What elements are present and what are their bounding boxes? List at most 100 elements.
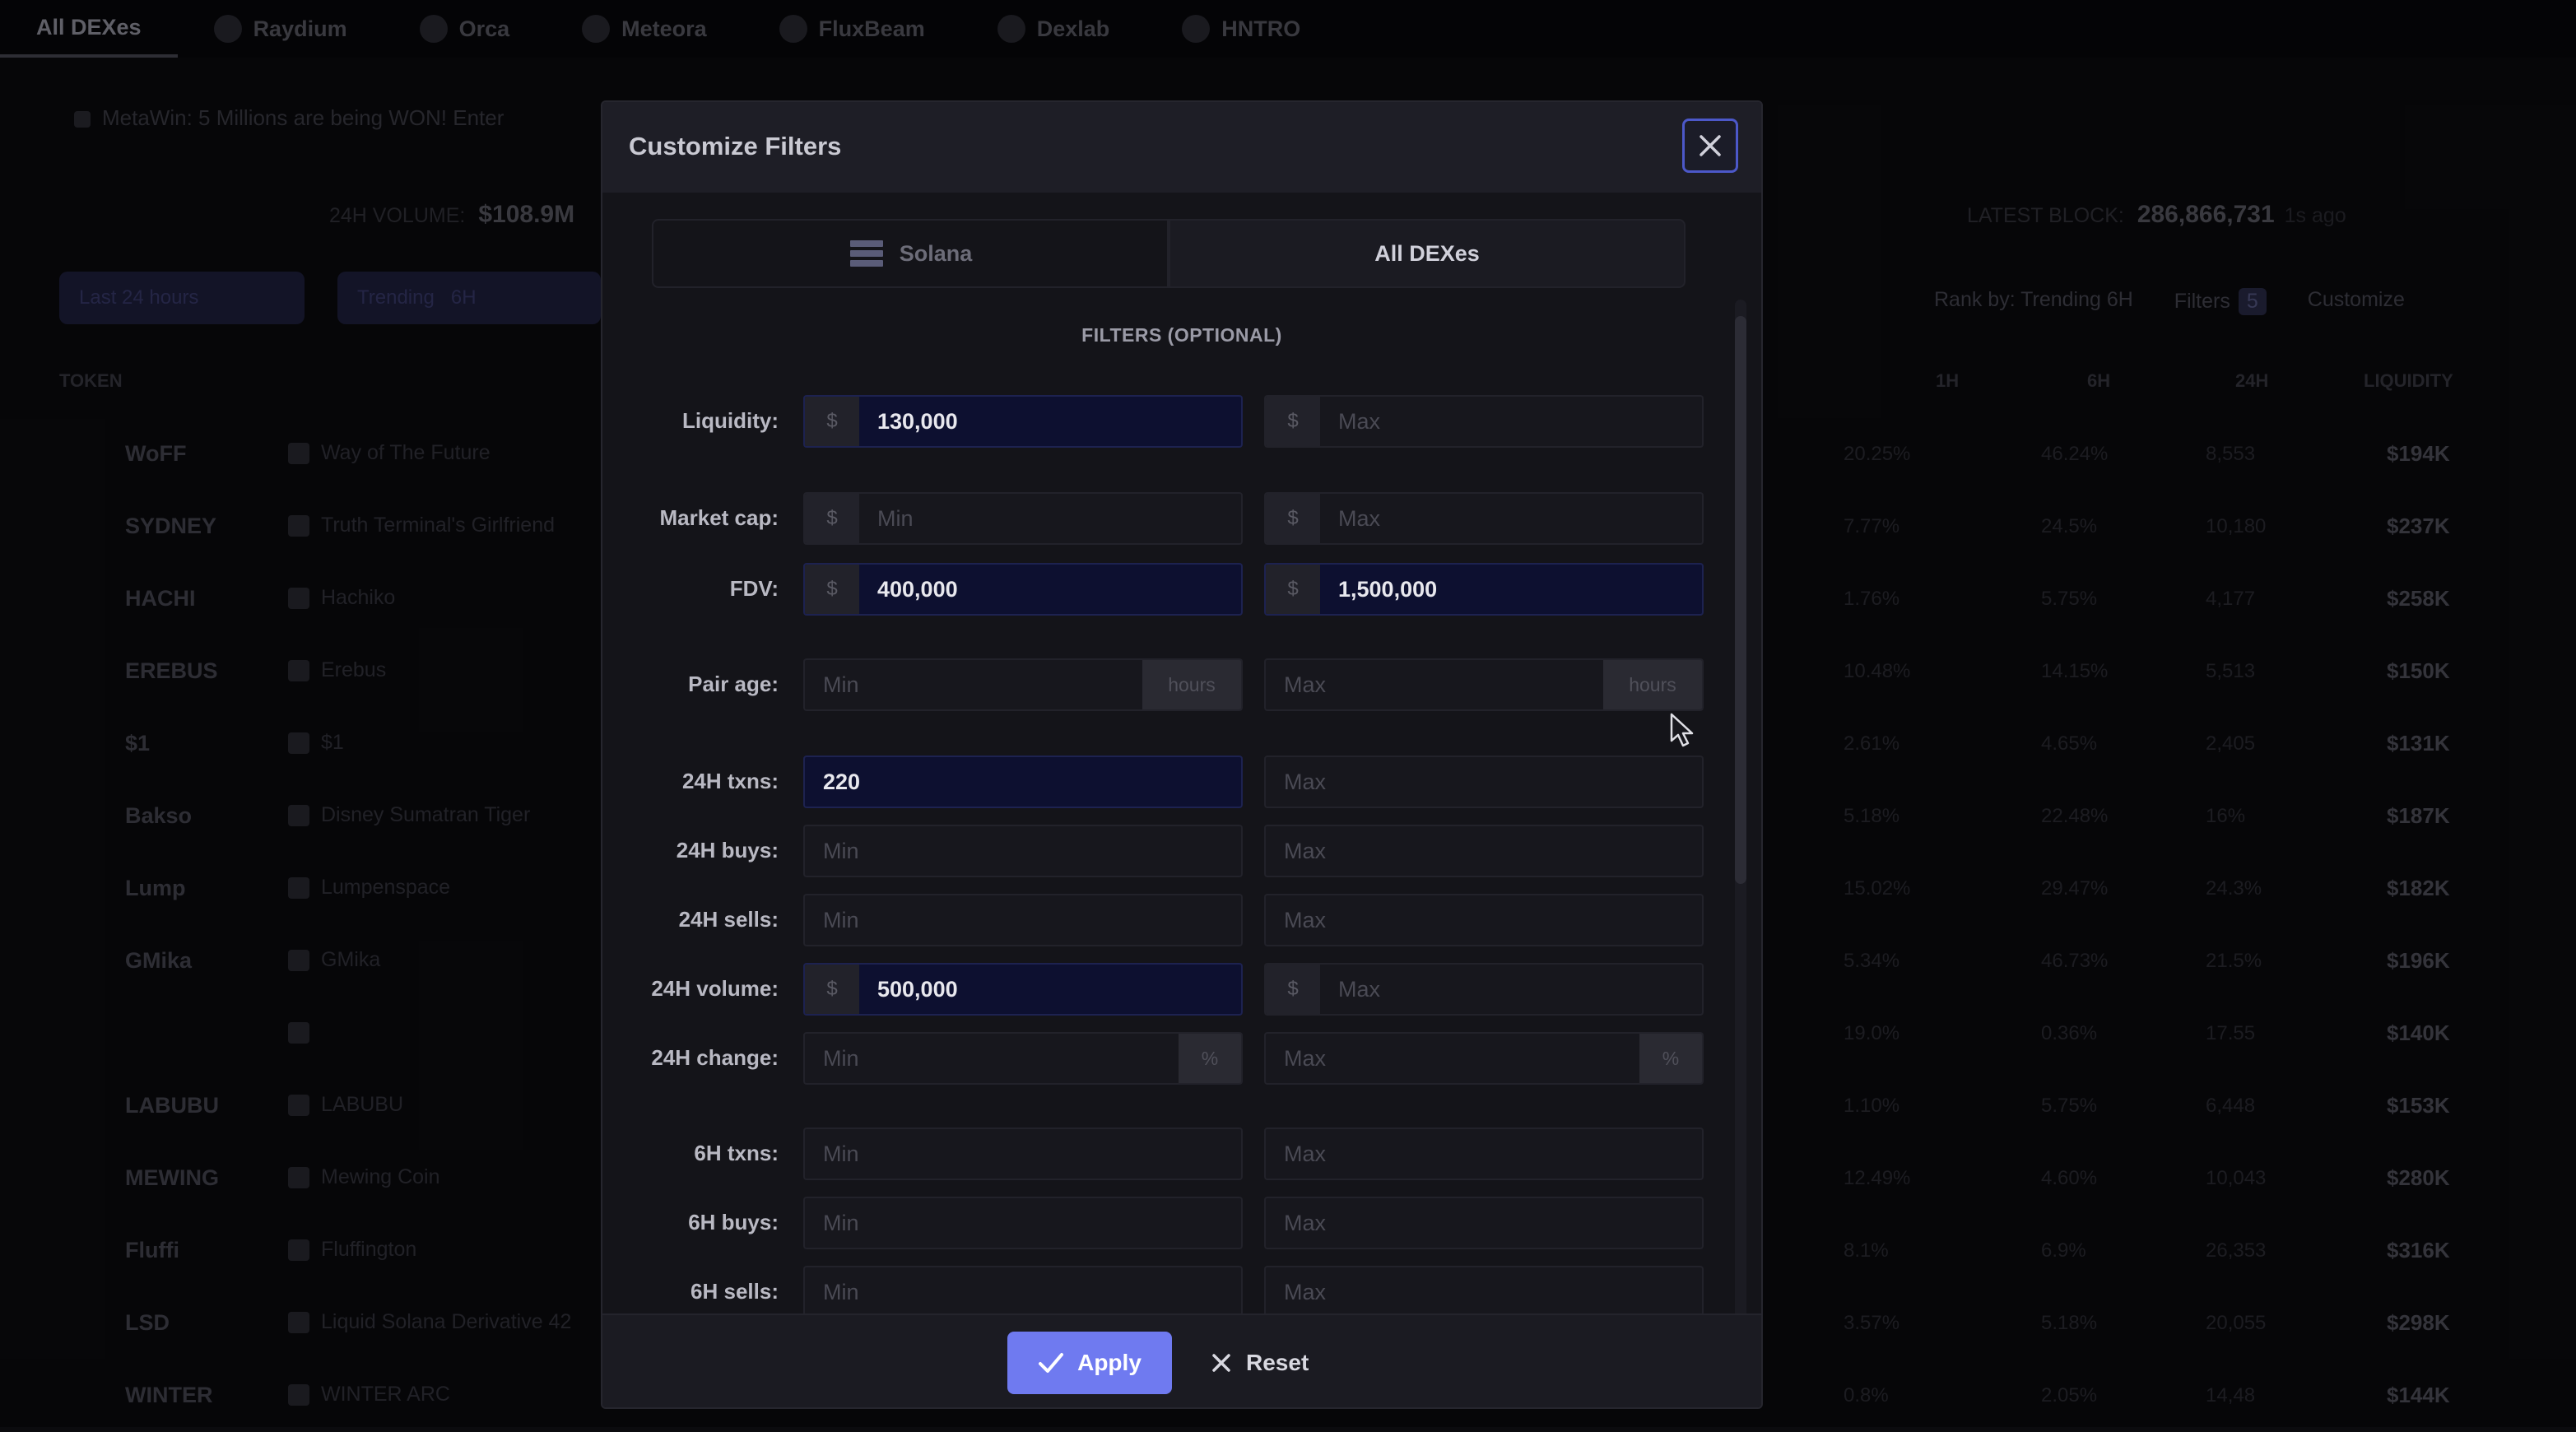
6h-buys-min-input[interactable] — [805, 1198, 1241, 1248]
reset-button[interactable]: Reset — [1211, 1332, 1309, 1394]
24h-volume-max-input[interactable] — [1320, 965, 1702, 1014]
6h-txns-max-input[interactable] — [1266, 1129, 1702, 1179]
24h-change-min-input[interactable] — [805, 1034, 1179, 1083]
filter-label: 6H txns: — [694, 1141, 779, 1165]
unit-suffix: % — [1639, 1034, 1702, 1083]
market-cap-max-input[interactable] — [1320, 494, 1702, 543]
market-cap-min-field: $ — [803, 492, 1243, 545]
liquidity-max-input[interactable] — [1320, 397, 1702, 446]
modal-scrollbar[interactable] — [1735, 300, 1746, 1313]
pair-age-max-field: hours — [1264, 658, 1704, 711]
modal-body: Solana All DEXes FILTERS (OPTIONAL) Liqu… — [602, 193, 1761, 1313]
filter-row-pair-age: Pair age: hours hours — [602, 658, 1761, 711]
fdv-max-field: $ — [1264, 563, 1704, 616]
filter-label: 24H change: — [651, 1045, 779, 1070]
filter-label: 24H volume: — [651, 976, 779, 1001]
24h-sells-min-field — [803, 894, 1243, 946]
currency-prefix: $ — [805, 494, 859, 543]
pair-age-max-input[interactable] — [1266, 660, 1603, 709]
close-icon — [1212, 1354, 1230, 1372]
currency-prefix: $ — [805, 965, 859, 1014]
24h-change-max-field: % — [1264, 1032, 1704, 1085]
filter-row-24h-buys: 24H buys: — [602, 825, 1761, 877]
filter-row-6h-sells: 6H sells: — [602, 1266, 1761, 1313]
unit-suffix: hours — [1142, 660, 1241, 709]
filter-label: 24H txns: — [681, 769, 779, 793]
chain-select-button[interactable]: Solana — [652, 219, 1169, 288]
scrollbar-thumb[interactable] — [1735, 316, 1746, 884]
solana-icon — [849, 240, 883, 267]
6h-buys-min-field — [803, 1197, 1243, 1249]
6h-sells-max-field — [1264, 1266, 1704, 1313]
fdv-min-field: $ — [803, 563, 1243, 616]
filter-row-24h-volume: 24H volume: $ $ — [602, 963, 1761, 1016]
24h-change-max-input[interactable] — [1266, 1034, 1639, 1083]
24h-buys-min-input[interactable] — [805, 826, 1241, 876]
6h-txns-min-input[interactable] — [805, 1129, 1241, 1179]
market-cap-max-field: $ — [1264, 492, 1704, 545]
customize-filters-modal: Customize Filters Solana All DEXes FILTE… — [601, 100, 1763, 1409]
currency-prefix: $ — [1266, 397, 1320, 446]
24h-sells-max-input[interactable] — [1266, 895, 1702, 945]
24h-volume-max-field: $ — [1264, 963, 1704, 1016]
filter-label: 24H buys: — [676, 838, 779, 862]
filter-label: FDV: — [729, 576, 779, 601]
24h-buys-max-input[interactable] — [1266, 826, 1702, 876]
24h-volume-min-field: $ — [803, 963, 1243, 1016]
24h-change-min-field: % — [803, 1032, 1243, 1085]
6h-txns-min-field — [803, 1127, 1243, 1180]
filter-row-market-cap: Market cap: $ $ — [602, 492, 1761, 545]
filter-label: Market cap: — [659, 505, 779, 530]
6h-sells-max-input[interactable] — [1266, 1267, 1702, 1313]
check-icon — [1039, 1353, 1064, 1373]
24h-txns-max-input[interactable] — [1266, 757, 1702, 807]
unit-suffix: % — [1179, 1034, 1241, 1083]
filter-row-24h-txns: 24H txns: — [602, 756, 1761, 808]
modal-title: Customize Filters — [629, 132, 842, 160]
modal-footer: Apply Reset — [602, 1313, 1761, 1407]
pair-age-min-input[interactable] — [805, 660, 1142, 709]
filter-row-liquidity: Liquidity: $ $ — [602, 395, 1761, 448]
chain-dex-selector: Solana All DEXes — [652, 219, 1686, 288]
filter-row-6h-buys: 6H buys: — [602, 1197, 1761, 1249]
mouse-cursor-icon — [1670, 713, 1694, 747]
6h-txns-max-field — [1264, 1127, 1704, 1180]
currency-prefix: $ — [805, 565, 859, 614]
filter-label: 6H buys: — [688, 1210, 779, 1234]
24h-txns-min-field — [803, 756, 1243, 808]
close-button[interactable] — [1682, 119, 1738, 173]
fdv-max-input[interactable] — [1320, 565, 1702, 614]
apply-button[interactable]: Apply — [1007, 1332, 1172, 1394]
24h-txns-max-field — [1264, 756, 1704, 808]
24h-sells-max-field — [1264, 894, 1704, 946]
currency-prefix: $ — [1266, 565, 1320, 614]
liquidity-min-input[interactable] — [859, 397, 1241, 446]
filter-row-24h-change: 24H change:%% — [602, 1032, 1761, 1085]
24h-txns-min-input[interactable] — [805, 757, 1241, 807]
fdv-min-input[interactable] — [859, 565, 1241, 614]
6h-sells-min-input[interactable] — [805, 1267, 1241, 1313]
dex-select-button[interactable]: All DEXes — [1169, 219, 1686, 288]
close-icon — [1700, 135, 1721, 156]
liquidity-min-field: $ — [803, 395, 1243, 448]
6h-buys-max-input[interactable] — [1266, 1198, 1702, 1248]
filter-row-6h-txns: 6H txns: — [602, 1127, 1761, 1180]
filters-section-label: FILTERS (OPTIONAL) — [1081, 324, 1282, 346]
modal-header: Customize Filters — [602, 102, 1761, 194]
currency-prefix: $ — [1266, 965, 1320, 1014]
market-cap-min-input[interactable] — [859, 494, 1241, 543]
pair-age-min-field: hours — [803, 658, 1243, 711]
filter-label: Pair age: — [688, 672, 779, 696]
filter-label: Liquidity: — [682, 408, 779, 433]
24h-buys-min-field — [803, 825, 1243, 877]
filter-label: 6H sells: — [690, 1279, 779, 1304]
6h-sells-min-field — [803, 1266, 1243, 1313]
filter-label: 24H sells: — [678, 907, 779, 932]
24h-buys-max-field — [1264, 825, 1704, 877]
24h-sells-min-input[interactable] — [805, 895, 1241, 945]
filter-row-fdv: FDV: $ $ — [602, 563, 1761, 616]
currency-prefix: $ — [1266, 494, 1320, 543]
24h-volume-min-input[interactable] — [859, 965, 1241, 1014]
filter-row-24h-sells: 24H sells: — [602, 894, 1761, 946]
6h-buys-max-field — [1264, 1197, 1704, 1249]
